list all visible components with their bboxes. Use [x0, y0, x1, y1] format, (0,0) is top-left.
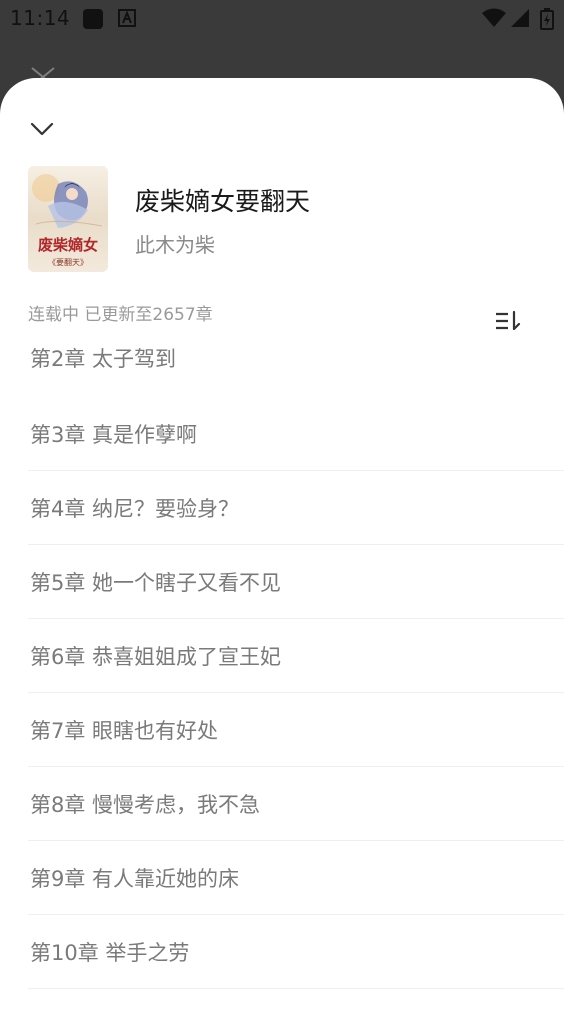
- chapter-list: 第2章 太子驾到 第3章 真是作孽啊 第4章 纳尼？要验身？ 第5章 她一个瞎子…: [0, 321, 564, 989]
- chapter-title: 第10章 举手之劳: [30, 941, 190, 965]
- book-title: 废柴嫡女要翻天: [135, 187, 311, 216]
- chapter-title: 第9章 有人靠近她的床: [30, 867, 240, 891]
- cover-title: 废柴嫡女: [38, 236, 98, 254]
- chapter-item[interactable]: 第8章 慢慢考虑，我不急: [28, 767, 564, 841]
- cover-subtitle: 《要翻天》: [48, 258, 88, 267]
- chapter-item[interactable]: 第2章 太子驾到: [28, 321, 564, 397]
- chapter-item[interactable]: 第4章 纳尼？要验身？: [28, 471, 564, 545]
- battery-icon: [540, 8, 554, 30]
- chapter-item[interactable]: 第10章 举手之劳: [28, 915, 564, 989]
- chapter-title: 第2章 太子驾到: [30, 347, 177, 371]
- status-bar: 11:14: [0, 0, 564, 38]
- chapter-title: 第4章 纳尼？要验身？: [30, 497, 240, 521]
- status-time: 11:14: [10, 6, 71, 30]
- chapter-item[interactable]: 第6章 恭喜姐姐成了宣王妃: [28, 619, 564, 693]
- chapter-sheet: 废柴嫡女 《要翻天》 废柴嫡女要翻天 此木为柴 连载中 已更新至2657章 第2…: [0, 78, 564, 1018]
- book-author: 此木为柴: [135, 233, 215, 257]
- signal-icon: [511, 9, 529, 27]
- book-cover: 废柴嫡女 《要翻天》: [28, 166, 108, 272]
- chapter-item[interactable]: 第9章 有人靠近她的床: [28, 841, 564, 915]
- notification-icon: [83, 9, 103, 29]
- chapter-item[interactable]: 第3章 真是作孽啊: [28, 397, 564, 471]
- chapter-title: 第7章 眼瞎也有好处: [30, 719, 219, 743]
- chapter-item[interactable]: 第5章 她一个瞎子又看不见: [28, 545, 564, 619]
- chapter-item[interactable]: 第7章 眼瞎也有好处: [28, 693, 564, 767]
- chapter-title: 第3章 真是作孽啊: [30, 423, 198, 447]
- wifi-icon: [482, 8, 506, 27]
- app-notification-icon: [118, 9, 136, 27]
- chapter-title: 第6章 恭喜姐姐成了宣王妃: [30, 645, 282, 669]
- chevron-down-icon[interactable]: [28, 118, 56, 140]
- chapter-title: 第5章 她一个瞎子又看不见: [30, 571, 282, 595]
- chapter-title: 第8章 慢慢考虑，我不急: [30, 793, 261, 817]
